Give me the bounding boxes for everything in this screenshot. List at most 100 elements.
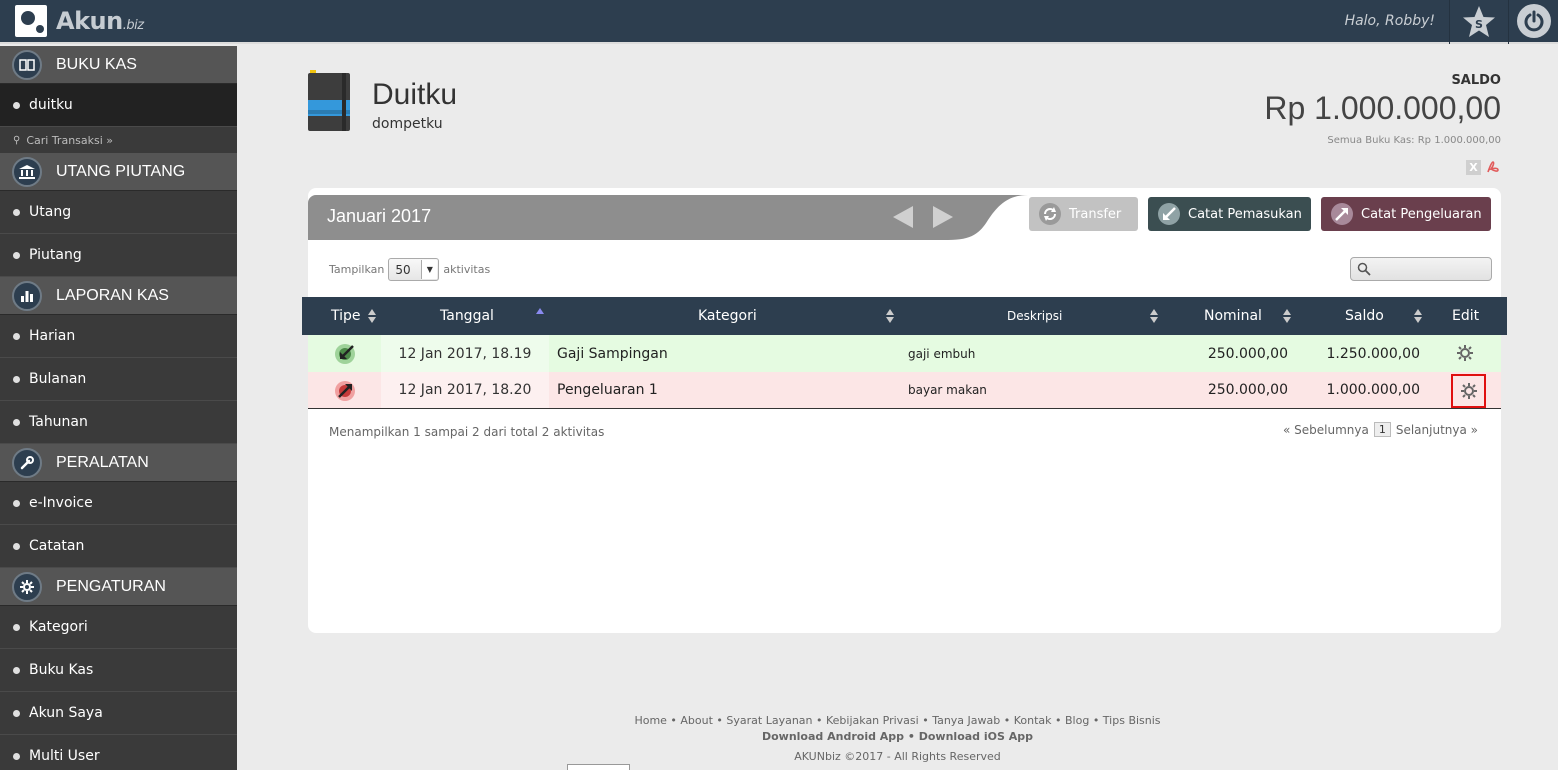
table-header: Tipe Tanggal Kategori Deskripsi Nominal … — [302, 297, 1507, 335]
balance-cell: 1.250.000,00 — [1326, 345, 1420, 362]
sort-icon[interactable] — [368, 308, 376, 324]
book-icon — [12, 49, 42, 80]
column-header-tipe[interactable]: Tipe — [331, 297, 361, 335]
main-card — [308, 188, 1501, 633]
next-month-button[interactable] — [931, 205, 955, 229]
bullet-icon — [13, 542, 20, 550]
bullet-icon — [13, 623, 20, 631]
bullet-icon — [13, 208, 20, 216]
transfer-button[interactable]: Transfer — [1029, 197, 1138, 231]
bullet-icon — [13, 709, 20, 717]
sidebar-section-pengaturan[interactable]: PENGATURAN — [0, 568, 237, 606]
sidebar-section-label: UTANG PIUTANG — [56, 162, 186, 180]
chevron-down-icon: ▼ — [421, 260, 438, 279]
date-cell: 12 Jan 2017, 18.19 — [381, 335, 549, 372]
expense-label: Catat Pengeluaran — [1361, 206, 1482, 222]
app-logo[interactable]: Akun.biz — [15, 4, 144, 38]
user-greeting: Halo, Robby! — [1344, 13, 1435, 29]
sort-icon[interactable] — [1414, 308, 1422, 324]
sidebar-item-piutang[interactable]: Piutang — [0, 234, 237, 277]
table-row[interactable]: 12 Jan 2017, 18.19 Gaji Sampingan gaji e… — [308, 335, 1501, 372]
sidebar-section-laporan-kas[interactable]: LAPORAN KAS — [0, 277, 237, 315]
page-title: Duitku — [372, 78, 458, 111]
wrench-icon — [12, 447, 42, 478]
expense-type-icon — [335, 381, 355, 401]
sidebar-item-multi-user[interactable]: Multi User — [0, 735, 237, 770]
column-header-deskripsi[interactable]: Deskripsi — [1007, 297, 1062, 335]
column-header-kategori[interactable]: Kategori — [698, 297, 757, 335]
notebook-icon — [308, 70, 350, 131]
divider — [1508, 0, 1509, 44]
column-header-nominal[interactable]: Nominal — [1204, 297, 1262, 335]
sidebar-section-label: BUKU KAS — [56, 55, 137, 73]
sidebar-item-label: Multi User — [29, 748, 100, 764]
sidebar-item-duitku[interactable]: duitku — [0, 84, 237, 127]
table-info: Menampilkan 1 sampai 2 dari total 2 akti… — [329, 425, 605, 439]
sidebar-item-akun-saya[interactable]: Akun Saya — [0, 692, 237, 735]
sidebar-item-bulanan[interactable]: Bulanan — [0, 358, 237, 401]
sidebar-item-catatan[interactable]: Catatan — [0, 525, 237, 568]
sidebar-section-peralatan[interactable]: PERALATAN — [0, 444, 237, 482]
sidebar-section-buku-kas[interactable]: BUKU KAS — [0, 46, 237, 84]
search-icon: ⚲ — [13, 134, 21, 146]
income-type-icon — [335, 344, 355, 364]
sidebar-item-utang[interactable]: Utang — [0, 191, 237, 234]
record-income-button[interactable]: Catat Pemasukan — [1148, 197, 1311, 231]
table-row[interactable]: 12 Jan 2017, 18.20 Pengeluaran 1 bayar m… — [308, 372, 1501, 409]
sort-icon[interactable] — [1283, 308, 1291, 324]
logout-button[interactable] — [1517, 4, 1551, 38]
star-letter: S — [1475, 18, 1483, 31]
saldo-all-books: Semua Buku Kas: Rp 1.000.000,00 — [1327, 135, 1501, 146]
sidebar-item-e-invoice[interactable]: e-Invoice — [0, 482, 237, 525]
show-suffix-label: aktivitas — [443, 263, 491, 276]
power-icon — [1524, 10, 1544, 32]
sort-ascending-icon[interactable] — [536, 307, 544, 323]
month-label: Januari 2017 — [327, 206, 432, 226]
edit-button[interactable] — [1451, 374, 1486, 408]
favorites-star-button[interactable]: S — [1460, 3, 1498, 41]
income-arrow-icon — [1158, 203, 1180, 225]
date-cell: 12 Jan 2017, 18.20 — [381, 372, 549, 408]
page-size-select[interactable]: 50 ▼ — [388, 258, 440, 281]
bullet-icon — [13, 332, 20, 340]
next-page-link[interactable]: Selanjutnya » — [1396, 423, 1478, 437]
sort-icon[interactable] — [1150, 308, 1158, 324]
search-link-label: Cari Transaksi » — [26, 133, 114, 147]
sort-icon[interactable] — [886, 308, 894, 324]
footer-download-links[interactable]: Download Android App • Download iOS App — [237, 730, 1558, 743]
balance-cell: 1.000.000,00 — [1326, 382, 1420, 398]
logo-mark-icon — [15, 5, 47, 37]
footer-links[interactable]: Home • About • Syarat Layanan • Kebijaka… — [237, 714, 1558, 727]
export-excel-icon[interactable]: X — [1466, 160, 1481, 175]
prev-month-button[interactable] — [891, 205, 915, 229]
sidebar-item-label: duitku — [29, 97, 73, 113]
description-cell: bayar makan — [908, 383, 987, 397]
sidebar-section-label: PENGATURAN — [56, 577, 166, 595]
edit-button[interactable] — [1453, 341, 1477, 365]
sidebar-item-buku-kas[interactable]: Buku Kas — [0, 649, 237, 692]
search-transactions-link[interactable]: ⚲ Cari Transaksi » — [0, 127, 237, 153]
footer-widget[interactable] — [567, 764, 630, 770]
page-subtitle: dompetku — [372, 116, 443, 132]
sidebar-item-label: Catatan — [29, 538, 85, 554]
page-number-button[interactable]: 1 — [1373, 422, 1391, 437]
footer-copyright: AKUNbiz ©2017 - All Rights Reserved — [794, 750, 1001, 763]
gear-icon — [1460, 383, 1477, 399]
sidebar-item-label: Kategori — [29, 619, 88, 635]
sidebar-item-kategori[interactable]: Kategori — [0, 606, 237, 649]
bank-icon — [12, 156, 42, 187]
sidebar-item-label: Bulanan — [29, 371, 87, 387]
sidebar-item-tahunan[interactable]: Tahunan — [0, 401, 237, 444]
column-header-saldo[interactable]: Saldo — [1345, 297, 1384, 335]
bullet-icon — [13, 666, 20, 674]
record-expense-button[interactable]: Catat Pengeluaran — [1321, 197, 1491, 231]
prev-page-link[interactable]: « Sebelumnya — [1283, 423, 1369, 437]
saldo-label: SALDO — [1451, 73, 1501, 88]
bullet-icon — [13, 251, 20, 259]
sidebar-item-harian[interactable]: Harian — [0, 315, 237, 358]
column-header-tanggal[interactable]: Tanggal — [440, 297, 494, 335]
table-search-input[interactable] — [1350, 257, 1492, 281]
sidebar-section-utang-piutang[interactable]: UTANG PIUTANG — [0, 153, 237, 191]
search-icon — [1357, 262, 1371, 276]
export-pdf-icon[interactable] — [1485, 159, 1501, 175]
